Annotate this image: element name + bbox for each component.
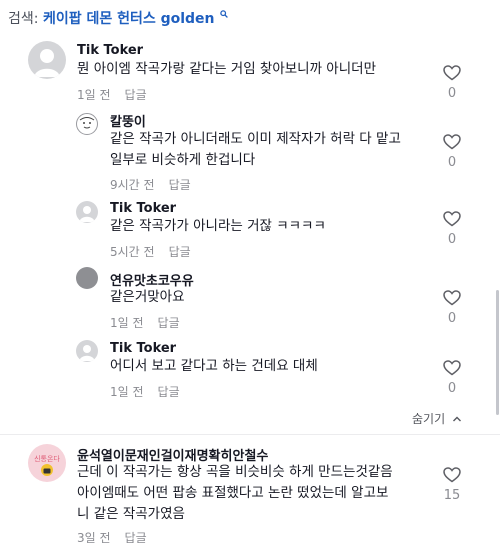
comment-username[interactable]: 칼뚱이 xyxy=(110,111,146,130)
divider xyxy=(0,434,500,435)
avatar[interactable] xyxy=(76,113,98,135)
avatar[interactable] xyxy=(76,267,98,289)
like-button[interactable]: 0 xyxy=(440,134,464,170)
comment-line: 같은 작곡가가 아니라는 거잖 ㅋㅋㅋㅋ xyxy=(110,218,326,234)
comment-username[interactable]: Tik Toker xyxy=(110,201,176,216)
reply-item: Tik Toker 같은 작곡가가 아니라는 거잖 ㅋㅋㅋㅋ 5시간 전 답글 0 xyxy=(0,194,500,264)
comment-meta: 1일 전 답글 xyxy=(77,86,147,103)
comment-item: 신통온다 윤석열이문재인걸이재명확히안철수 근데 이 작곡가는 항상 곡을 비슷… xyxy=(0,440,500,549)
comment-meta: 1일 전 답글 xyxy=(110,314,180,331)
comment-line: 일부로 비슷하게 한겁니다 xyxy=(110,152,256,168)
like-count: 0 xyxy=(447,86,457,101)
comment-time: 1일 전 xyxy=(110,385,144,399)
comment-line: 같은 작곡가 아니더래도 이미 제작자가 허락 다 맡고 xyxy=(110,131,401,147)
comment-line: 뭔 아이엠 작곡가랑 같다는 거임 찾아보니까 아니더만 xyxy=(77,61,376,77)
comment-meta: 3일 전 답글 xyxy=(77,529,147,546)
comment-time: 5시간 전 xyxy=(110,245,155,259)
like-button[interactable]: 0 xyxy=(440,360,464,396)
like-count: 0 xyxy=(447,311,457,326)
comment-text: 어디서 보고 같다고 하는 건데요 대체 xyxy=(110,356,318,377)
avatar[interactable]: 신통온다 xyxy=(28,444,66,482)
search-prefix: 검색: xyxy=(8,11,39,27)
like-count: 0 xyxy=(447,155,457,170)
reply-item: 칼뚱이 같은 작곡가 아니더래도 이미 제작자가 허락 다 맡고 일부로 비슷하… xyxy=(0,106,500,194)
comment-meta: 9시간 전 답글 xyxy=(110,176,191,193)
like-count: 0 xyxy=(447,381,457,396)
heart-icon xyxy=(443,360,461,376)
comment-time: 1일 전 xyxy=(110,316,144,330)
reply-button[interactable]: 답글 xyxy=(158,385,180,399)
hide-replies-label: 숨기기 xyxy=(412,412,446,426)
like-button[interactable]: 0 xyxy=(440,211,464,247)
heart-icon xyxy=(443,211,461,227)
like-button[interactable]: 0 xyxy=(440,290,464,326)
comment-meta: 5시간 전 답글 xyxy=(110,243,191,260)
comment-time: 1일 전 xyxy=(77,88,111,102)
search-header[interactable]: 검색: 케이팝 데몬 헌터스 golden xyxy=(0,0,500,27)
like-button[interactable]: 0 xyxy=(440,65,464,101)
like-count: 0 xyxy=(447,232,457,247)
comment-line: 근데 이 작곡가는 항상 곡을 비슷비슷 하게 만드는것같음 xyxy=(77,464,393,480)
comment-item: Tik Toker 뭔 아이엠 작곡가랑 같다는 거임 찾아보니까 아니더만 1… xyxy=(0,36,500,106)
reply-button[interactable]: 답글 xyxy=(169,178,191,192)
search-icon[interactable] xyxy=(220,6,228,22)
avatar[interactable] xyxy=(76,340,98,362)
comment-line: 어디서 보고 같다고 하는 건데요 대체 xyxy=(110,358,318,374)
comment-meta: 1일 전 답글 xyxy=(110,383,180,400)
scrollbar[interactable] xyxy=(496,290,499,415)
comment-line: 아이엠때도 어떤 팝송 표절했다고 논란 떴었는데 알고보 xyxy=(77,485,389,501)
reply-button[interactable]: 답글 xyxy=(125,531,147,545)
reply-button[interactable]: 답글 xyxy=(169,245,191,259)
reply-button[interactable]: 답글 xyxy=(158,316,180,330)
reply-item: Tik Toker 어디서 보고 같다고 하는 건데요 대체 1일 전 답글 0 xyxy=(0,334,500,404)
chevron-up-icon xyxy=(452,416,461,422)
heart-icon xyxy=(443,290,461,306)
heart-icon xyxy=(443,65,461,81)
comment-text: 같은거맞아요 xyxy=(110,287,185,308)
comment-text: 같은 작곡가 아니더래도 이미 제작자가 허락 다 맡고 일부로 비슷하게 한겁… xyxy=(110,129,401,171)
reply-item: 연유맛초코우유 같은거맞아요 1일 전 답글 0 xyxy=(0,264,500,334)
search-query[interactable]: 케이팝 데몬 헌터스 golden xyxy=(43,11,215,27)
hide-replies-button[interactable]: 숨기기 xyxy=(412,410,462,427)
comment-time: 3일 전 xyxy=(77,531,111,545)
heart-icon xyxy=(443,467,461,483)
comment-line: 니 같은 작곡가였음 xyxy=(77,506,185,522)
like-button[interactable]: 15 xyxy=(440,467,464,503)
heart-icon xyxy=(443,134,461,150)
avatar-text: 신통온다 xyxy=(34,454,60,463)
avatar[interactable] xyxy=(28,41,66,79)
reply-button[interactable]: 답글 xyxy=(125,88,147,102)
comment-text: 같은 작곡가가 아니라는 거잖 ㅋㅋㅋㅋ xyxy=(110,216,326,237)
comment-text: 뭔 아이엠 작곡가랑 같다는 거임 찾아보니까 아니더만 xyxy=(77,59,376,80)
avatar[interactable] xyxy=(76,201,98,223)
comment-text: 근데 이 작곡가는 항상 곡을 비슷비슷 하게 만드는것같음 아이엠때도 어떤 … xyxy=(77,462,393,525)
comment-username[interactable]: Tik Toker xyxy=(110,341,176,356)
comment-line: 같은거맞아요 xyxy=(110,289,185,305)
comment-username[interactable]: Tik Toker xyxy=(77,43,143,58)
comment-time: 9시간 전 xyxy=(110,178,155,192)
like-count: 15 xyxy=(443,488,461,503)
